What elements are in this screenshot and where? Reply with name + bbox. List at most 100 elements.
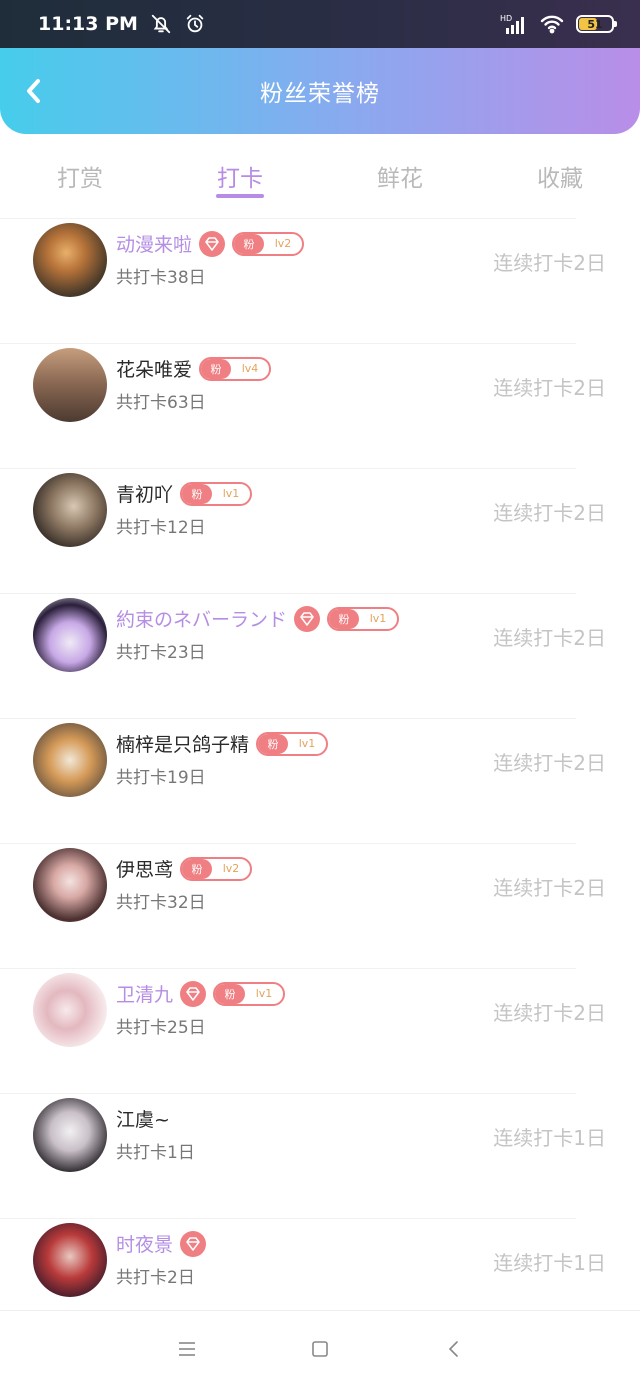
list-item-content: 伊思鸢粉 lv2 共打卡32日 连续打卡2日 [0,844,640,969]
fan-badge-level: lv2 [274,237,292,250]
fan-level-badge: 粉 lv4 [199,356,272,381]
avatar[interactable] [33,473,107,547]
name-line: 花朵唯爱粉 lv4 [116,355,272,382]
streak-text: 连续打卡1日 [493,1126,606,1150]
fan-badge-level: lv1 [255,987,273,1000]
fan-badge-level: lv1 [298,737,316,750]
fan-badge-label: 粉 [215,983,246,1004]
list-item[interactable]: 楠梓是只鸽子精粉 lv1 共打卡19日 连续打卡2日 [0,718,606,843]
list-item-content: 江虞~ 共打卡1日 连续打卡1日 [0,1094,640,1219]
total-checkin-text: 共打卡25日 [116,1018,206,1038]
streak-text: 连续打卡2日 [493,626,606,650]
user-name[interactable]: 动漫来啦 [116,230,192,257]
fan-badge-level: lv1 [222,487,240,500]
streak-text: 连续打卡2日 [493,1001,606,1025]
streak-text: 连续打卡2日 [493,501,606,525]
streak-text: 连续打卡1日 [493,1251,606,1275]
total-checkin-text: 共打卡1日 [116,1143,195,1163]
list-item[interactable]: 青初吖粉 lv1 共打卡12日 连续打卡2日 [0,468,606,593]
list-item-content: 楠梓是只鸽子精粉 lv1 共打卡19日 连续打卡2日 [0,719,640,844]
system-back-button[interactable] [433,1329,473,1369]
name-line: 动漫来啦 粉 lv2 [116,230,305,257]
fan-level-badge: 粉 lv1 [180,481,253,506]
streak-text: 连续打卡2日 [493,876,606,900]
list-item-content: 卫清九 粉 lv1 共打卡25日 连续打卡2日 [0,969,640,1094]
list-item-content: 約束のネバーランド 粉 lv1 共打卡23日 连续打卡2日 [0,594,640,719]
bell-off-icon [150,13,172,35]
fan-badge-level: lv4 [241,362,259,375]
total-checkin-text: 共打卡23日 [116,643,206,663]
user-name[interactable]: 約束のネバーランド [116,605,287,632]
name-line: 楠梓是只鸽子精粉 lv1 [116,730,329,757]
diamond-icon [294,605,321,632]
list-item[interactable]: 卫清九 粉 lv1 共打卡25日 连续打卡2日 [0,968,606,1093]
header-bar: 粉丝荣誉榜 [0,48,640,134]
avatar[interactable] [33,1223,107,1297]
list-item[interactable]: 花朵唯爱粉 lv4 共打卡63日 连续打卡2日 [0,343,606,468]
diamond-icon [199,230,226,257]
list-item[interactable]: 江虞~ 共打卡1日 连续打卡1日 [0,1093,606,1218]
name-line: 青初吖粉 lv1 [116,480,253,507]
fan-badge-label: 粉 [182,858,213,879]
total-checkin-text: 共打卡2日 [116,1268,195,1288]
home-button[interactable] [300,1329,340,1369]
user-name[interactable]: 江虞~ [116,1105,170,1132]
avatar[interactable] [33,1098,107,1172]
avatar[interactable] [33,848,107,922]
name-line: 伊思鸢粉 lv2 [116,855,253,882]
fan-badge-level: lv2 [222,862,240,875]
page-title: 粉丝荣誉榜 [260,81,380,107]
status-time: 11:13 PM [38,13,138,35]
signal-hd-label: HD [500,14,512,23]
list-item[interactable]: 約束のネバーランド 粉 lv1 共打卡23日 连续打卡2日 [0,593,606,718]
fan-level-badge: 粉 lv2 [232,231,305,256]
list-item-content: 动漫来啦 粉 lv2 共打卡38日 连续打卡2日 [0,219,640,344]
user-name[interactable]: 楠梓是只鸽子精 [116,730,249,757]
tab-favorites[interactable]: 收藏 [480,134,640,218]
fan-badge-label: 粉 [258,733,289,754]
tab-checkin[interactable]: 打卡 [160,134,320,218]
streak-text: 连续打卡2日 [493,251,606,275]
user-name[interactable]: 时夜景 [116,1230,173,1257]
user-name[interactable]: 花朵唯爱 [116,355,192,382]
fan-badge-label: 粉 [201,358,232,379]
total-checkin-text: 共打卡19日 [116,768,206,788]
total-checkin-text: 共打卡63日 [116,393,206,413]
fan-badge-label: 粉 [182,483,213,504]
status-bar: 11:13 PM HD 51 [0,0,640,48]
diamond-icon [180,980,207,1007]
alarm-icon [184,13,206,35]
list-item[interactable]: 动漫来啦 粉 lv2 共打卡38日 连续打卡2日 [0,218,606,343]
user-name[interactable]: 卫清九 [116,980,173,1007]
total-checkin-text: 共打卡32日 [116,893,206,913]
fan-level-badge: 粉 lv1 [213,981,286,1006]
avatar[interactable] [33,973,107,1047]
name-line: 江虞~ [116,1105,170,1132]
battery-icon: 51 [576,15,617,33]
fan-badge-level: lv1 [369,612,387,625]
fan-level-badge: 粉 lv2 [180,856,253,881]
avatar[interactable] [33,223,107,297]
avatar[interactable] [33,598,107,672]
active-tab-indicator [216,194,264,198]
tab-flowers[interactable]: 鲜花 [320,134,480,218]
avatar[interactable] [33,348,107,422]
streak-text: 连续打卡2日 [493,751,606,775]
back-triangle-icon [449,1341,459,1357]
total-checkin-text: 共打卡12日 [116,518,206,538]
list-item[interactable]: 伊思鸢粉 lv2 共打卡32日 连续打卡2日 [0,843,606,968]
back-button[interactable] [18,74,50,108]
wifi-icon [540,14,564,34]
tab-label: 收藏 [537,166,583,192]
user-name[interactable]: 伊思鸢 [116,855,173,882]
menu-button[interactable] [167,1329,207,1369]
tab-bar: 打赏 打卡 鲜花 收藏 [0,134,640,218]
name-line: 約束のネバーランド 粉 lv1 [116,605,400,632]
diamond-icon [180,1230,207,1257]
avatar[interactable] [33,723,107,797]
tab-label: 鲜花 [377,166,423,192]
tab-reward[interactable]: 打赏 [0,134,160,218]
signal-icon: HD [500,13,528,35]
menu-icon [178,1342,195,1356]
user-name[interactable]: 青初吖 [116,480,173,507]
